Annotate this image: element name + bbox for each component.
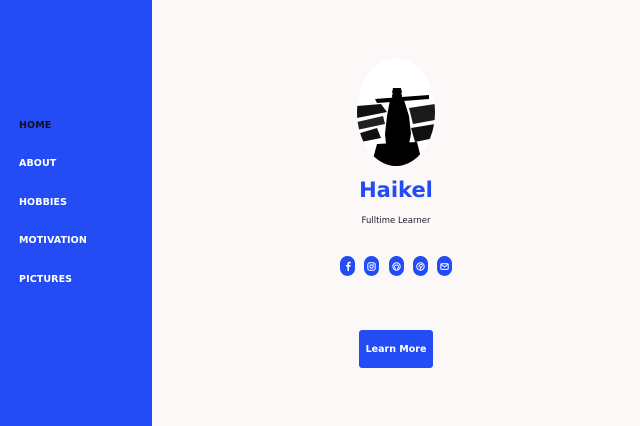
mail-link[interactable] xyxy=(437,256,452,276)
sidebar-item-motivation[interactable]: MOTIVATION xyxy=(19,235,87,246)
sidebar-item-about[interactable]: ABOUT xyxy=(19,158,56,169)
sidebar-item-pictures[interactable]: PICTURES xyxy=(19,274,72,285)
instagram-icon xyxy=(367,261,376,271)
profile-tagline: Fulltime Learner xyxy=(361,216,431,226)
facebook-icon xyxy=(345,261,351,271)
sidebar-item-hobbies[interactable]: HOBBIES xyxy=(19,197,67,208)
instagram-link[interactable] xyxy=(364,256,379,276)
page: HOME ABOUT HOBBIES MOTIVATION PICTURES H… xyxy=(0,0,640,426)
avatar xyxy=(357,58,435,166)
github-link[interactable] xyxy=(389,256,404,276)
sidebar: HOME ABOUT HOBBIES MOTIVATION PICTURES xyxy=(0,0,152,426)
learn-more-button[interactable]: Learn More xyxy=(359,330,433,368)
pinterest-icon xyxy=(416,261,425,271)
avatar-silhouette xyxy=(357,58,435,166)
mail-icon xyxy=(440,262,449,270)
sidebar-item-home[interactable]: HOME xyxy=(19,120,51,131)
github-icon xyxy=(392,261,401,271)
profile-name: Haikel xyxy=(359,178,433,202)
pinterest-link[interactable] xyxy=(413,256,428,276)
facebook-link[interactable] xyxy=(340,256,355,276)
main-content: Haikel Fulltime Learner Learn More xyxy=(152,0,640,426)
